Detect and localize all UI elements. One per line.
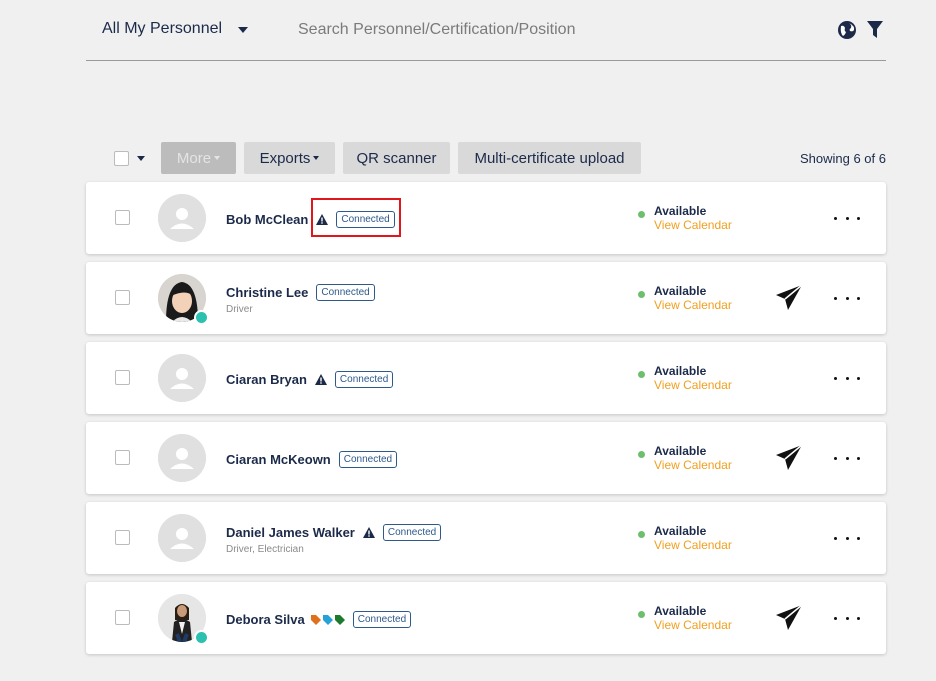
availability-label: Available [654,524,707,538]
availability-label: Available [654,604,707,618]
connected-badge: Connected [334,371,394,388]
filter-icon[interactable] [865,20,885,40]
view-calendar-link[interactable]: View Calendar [654,458,732,472]
row-more-menu-icon[interactable] [834,368,860,388]
list-toolbar: More Exports QR scanner Multi-certificat… [114,142,649,174]
connected-badge: Connected [382,524,442,541]
verified-check-icon [194,630,209,645]
name-line: Debora Silva Connected [226,611,412,628]
avatar [158,594,209,645]
more-button-label: More [176,149,212,167]
available-dot-icon [638,211,645,218]
search-input[interactable] [290,16,810,44]
personnel-filter-label: All My Personnel [102,20,223,37]
available-dot-icon [638,371,645,378]
search-divider [86,60,886,61]
personnel-row[interactable]: Bob McClean Connected Available View Cal… [86,182,886,254]
more-button[interactable]: More [161,142,236,174]
avatar [158,274,209,325]
personnel-row[interactable]: Ciaran Bryan Connected Available View Ca… [86,342,886,414]
exports-button[interactable]: Exports [244,142,335,174]
showing-count: Showing 6 of 6 [799,151,886,166]
default-avatar-icon [158,434,206,482]
availability-label: Available [654,284,707,298]
personnel-name[interactable]: Bob McClean [226,212,308,227]
send-icon[interactable] [774,283,804,313]
green-tag-icon [334,614,345,625]
name-line: Christine Lee Connected [226,284,375,301]
default-avatar-icon [158,514,206,562]
blue-tag-icon [322,614,333,625]
available-dot-icon [638,531,645,538]
send-icon[interactable] [774,443,804,473]
row-more-menu-icon[interactable] [834,288,860,308]
personnel-name[interactable]: Ciaran McKeown [226,452,331,467]
tag-icon-group [310,614,345,625]
chevron-down-icon [238,27,249,33]
select-options-caret-icon[interactable] [137,155,145,161]
connected-badge: Connected [338,451,398,468]
row-checkbox[interactable] [115,290,130,305]
personnel-row[interactable]: Christine Lee Connected Driver Available… [86,262,886,334]
personnel-position: Driver, Electrician [226,544,304,555]
view-calendar-link[interactable]: View Calendar [654,298,732,312]
personnel-name[interactable]: Christine Lee [226,285,308,300]
available-dot-icon [638,291,645,298]
personnel-filter-dropdown[interactable]: All My Personnel [102,20,249,38]
chevron-down-icon [313,156,320,160]
highlight-annotation-box [311,198,401,237]
row-more-menu-icon[interactable] [834,208,860,228]
personnel-row[interactable]: Daniel James Walker Connected Driver, El… [86,502,886,574]
availability-label: Available [654,364,707,378]
row-more-menu-icon[interactable] [834,608,860,628]
warning-icon [314,374,327,385]
row-checkbox[interactable] [115,370,130,385]
row-more-menu-icon[interactable] [834,448,860,468]
personnel-position: Driver [226,304,253,315]
globe-icon[interactable] [837,20,857,40]
default-avatar-icon [158,194,206,242]
avatar [158,514,206,562]
available-dot-icon [638,611,645,618]
connected-badge: Connected [352,611,412,628]
multi-certificate-upload-button[interactable]: Multi-certificate upload [458,142,641,174]
qr-scanner-button[interactable]: QR scanner [343,142,450,174]
view-calendar-link[interactable]: View Calendar [654,218,732,232]
avatar [158,434,206,482]
send-icon[interactable] [774,603,804,633]
name-line: Daniel James Walker Connected [226,524,442,541]
name-line: Ciaran McKeown Connected [226,451,398,468]
avatar [158,354,206,402]
row-checkbox[interactable] [115,210,130,225]
chevron-down-icon [214,156,221,160]
personnel-row[interactable]: Debora Silva Connected Available View Ca… [86,582,886,654]
availability-label: Available [654,444,707,458]
avatar [158,194,206,242]
warning-icon [362,527,375,538]
row-checkbox[interactable] [115,610,130,625]
verified-check-icon [194,310,209,325]
select-all-checkbox[interactable] [114,150,129,166]
orange-tag-icon [310,614,321,625]
top-icon-group [837,20,885,40]
personnel-name[interactable]: Daniel James Walker [226,525,355,540]
row-more-menu-icon[interactable] [834,528,860,548]
default-avatar-icon [158,354,206,402]
personnel-row[interactable]: Ciaran McKeown Connected Available View … [86,422,886,494]
available-dot-icon [638,451,645,458]
view-calendar-link[interactable]: View Calendar [654,378,732,392]
view-calendar-link[interactable]: View Calendar [654,618,732,632]
personnel-name[interactable]: Debora Silva [226,612,305,627]
personnel-name[interactable]: Ciaran Bryan [226,372,307,387]
exports-button-label: Exports [259,149,311,167]
row-checkbox[interactable] [115,450,130,465]
row-checkbox[interactable] [115,530,130,545]
availability-label: Available [654,204,707,218]
connected-badge: Connected [316,284,375,301]
view-calendar-link[interactable]: View Calendar [654,538,732,552]
name-line: Ciaran Bryan Connected [226,371,394,388]
